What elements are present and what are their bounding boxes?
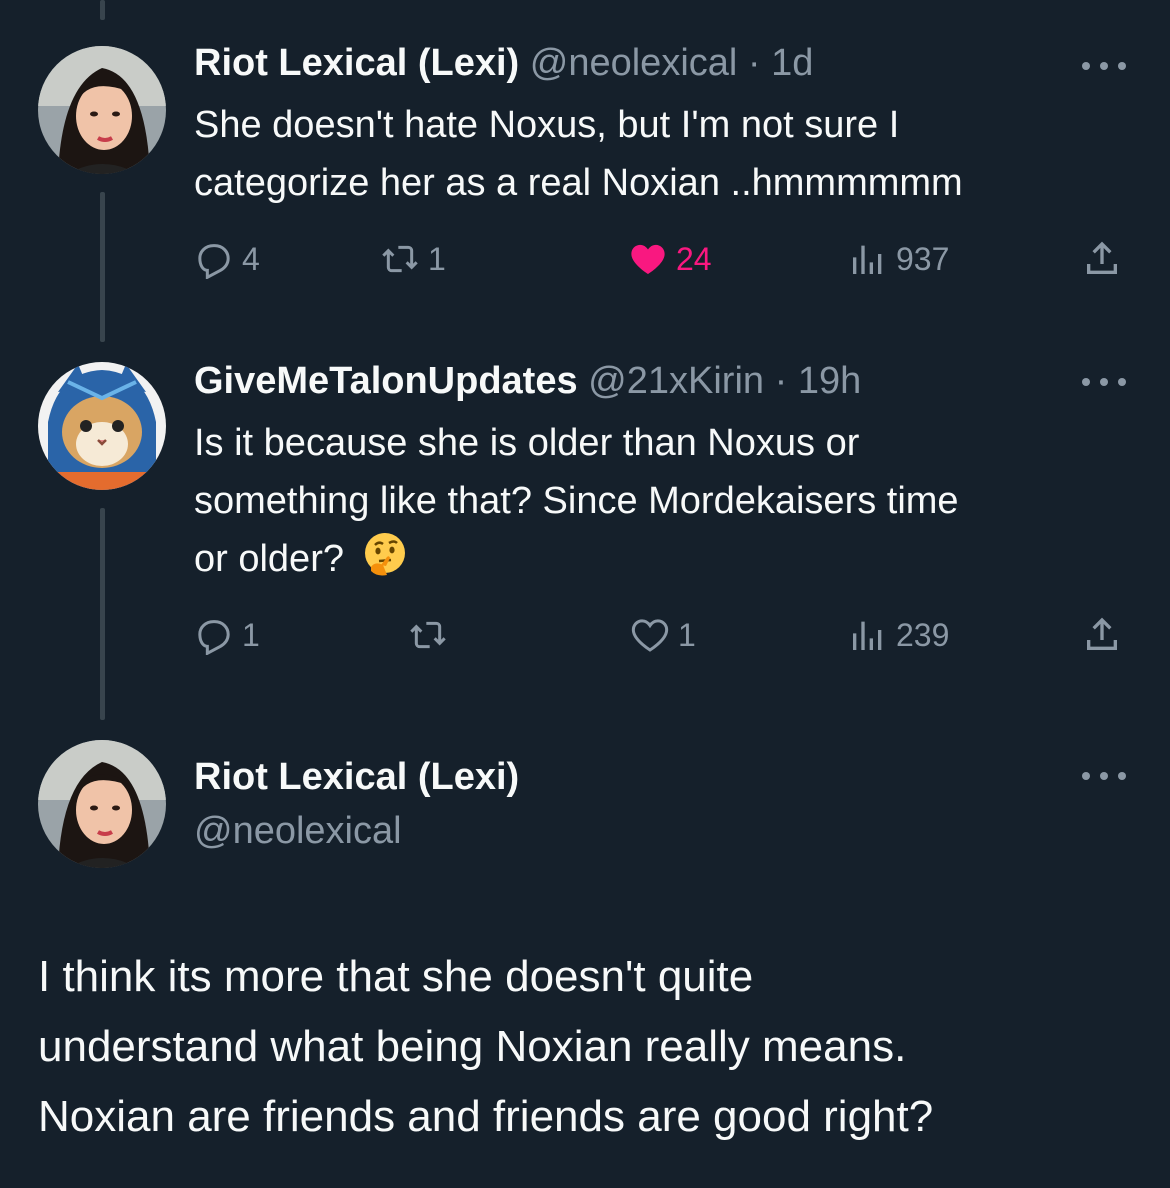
retweet-icon (410, 621, 446, 649)
heart-outline-icon (631, 619, 669, 652)
focused-handle-row: @neolexical (194, 808, 402, 854)
tweet-text-line: or older? (194, 538, 344, 580)
avatar-cat-hoodie (38, 362, 166, 490)
like-button[interactable]: 24 (628, 234, 712, 284)
tweet-actions: 1 1 239 (194, 610, 1134, 660)
reply-icon (198, 620, 230, 655)
views-button[interactable]: 239 (848, 610, 949, 660)
separator: · (774, 360, 788, 402)
more-icon[interactable] (1082, 56, 1126, 76)
share-button[interactable] (1082, 610, 1130, 660)
reply-button[interactable]: 1 (194, 610, 260, 660)
heart-icon (631, 244, 665, 274)
display-name[interactable]: Riot Lexical (Lexi) (194, 756, 519, 798)
timestamp[interactable]: 19h (798, 360, 861, 402)
avatar-photo-lexi (38, 740, 166, 868)
views-icon (853, 621, 882, 650)
share-icon (1087, 617, 1117, 650)
focused-tweet-text: I think its more that she doesn't quite … (38, 942, 1138, 1152)
thinking-face-emoji-icon (364, 533, 405, 576)
thread-line-1 (100, 192, 105, 342)
like-count: 1 (678, 616, 696, 653)
retweet-count: 1 (428, 240, 446, 277)
reply-count: 1 (242, 616, 260, 653)
focused-display-name-row: Riot Lexical (Lexi) (194, 754, 519, 800)
tweet-text-line: understand what being Noxian really mean… (38, 1022, 907, 1071)
reply-button[interactable]: 4 (194, 234, 260, 284)
view-count: 239 (896, 616, 950, 653)
views-button[interactable]: 937 (848, 234, 949, 284)
tweet-actions: 4 1 24 937 (194, 234, 1134, 284)
handle[interactable]: @neolexical (194, 810, 402, 852)
tweet-text-line: I think its more that she doesn't quite (38, 952, 754, 1001)
avatar[interactable] (38, 362, 166, 490)
like-button[interactable]: 1 (630, 610, 696, 660)
thread-line-2 (100, 508, 105, 720)
display-name[interactable]: GiveMeTalonUpdates (194, 360, 578, 402)
retweet-button[interactable] (408, 610, 456, 660)
tweet-text-line: something like that? Since Mordekaisers … (194, 480, 959, 522)
tweet-header: Riot Lexical (Lexi) @neolexical · 1d (194, 40, 813, 86)
view-count: 937 (896, 240, 950, 277)
retweet-icon (382, 245, 418, 273)
timestamp[interactable]: 1d (771, 42, 813, 84)
share-icon (1087, 241, 1117, 274)
thread-view: Riot Lexical (Lexi) @neolexical · 1d She… (0, 0, 1170, 1188)
handle[interactable]: @neolexical (530, 42, 738, 84)
separator: · (747, 42, 761, 84)
tweet-header: GiveMeTalonUpdates @21xKirin · 19h (194, 358, 861, 404)
reply-count: 4 (242, 240, 260, 277)
avatar[interactable] (38, 46, 166, 174)
tweet-text-line: categorize her as a real Noxian ..hmmmmm… (194, 162, 963, 204)
display-name[interactable]: Riot Lexical (Lexi) (194, 42, 519, 84)
retweet-button[interactable]: 1 (380, 234, 446, 284)
tweet-text-line-last: or older? (194, 530, 1134, 588)
tweet-text-line: She doesn't hate Noxus, but I'm not sure… (194, 104, 900, 146)
tweet-text-line: Noxian are friends and friends are good … (38, 1092, 934, 1141)
handle[interactable]: @21xKirin (588, 360, 764, 402)
reply-icon (198, 244, 230, 279)
avatar-photo-lexi (38, 46, 166, 174)
thread-line-top (100, 0, 105, 20)
views-icon (853, 245, 882, 274)
avatar[interactable] (38, 740, 166, 868)
tweet-text: Is it because she is older than Noxus or… (194, 414, 1134, 588)
tweet-text-line: Is it because she is older than Noxus or (194, 422, 860, 464)
share-button[interactable] (1082, 234, 1130, 284)
more-icon[interactable] (1082, 372, 1126, 392)
more-icon[interactable] (1082, 766, 1126, 786)
like-count: 24 (676, 240, 712, 277)
tweet-text: She doesn't hate Noxus, but I'm not sure… (194, 96, 1134, 212)
